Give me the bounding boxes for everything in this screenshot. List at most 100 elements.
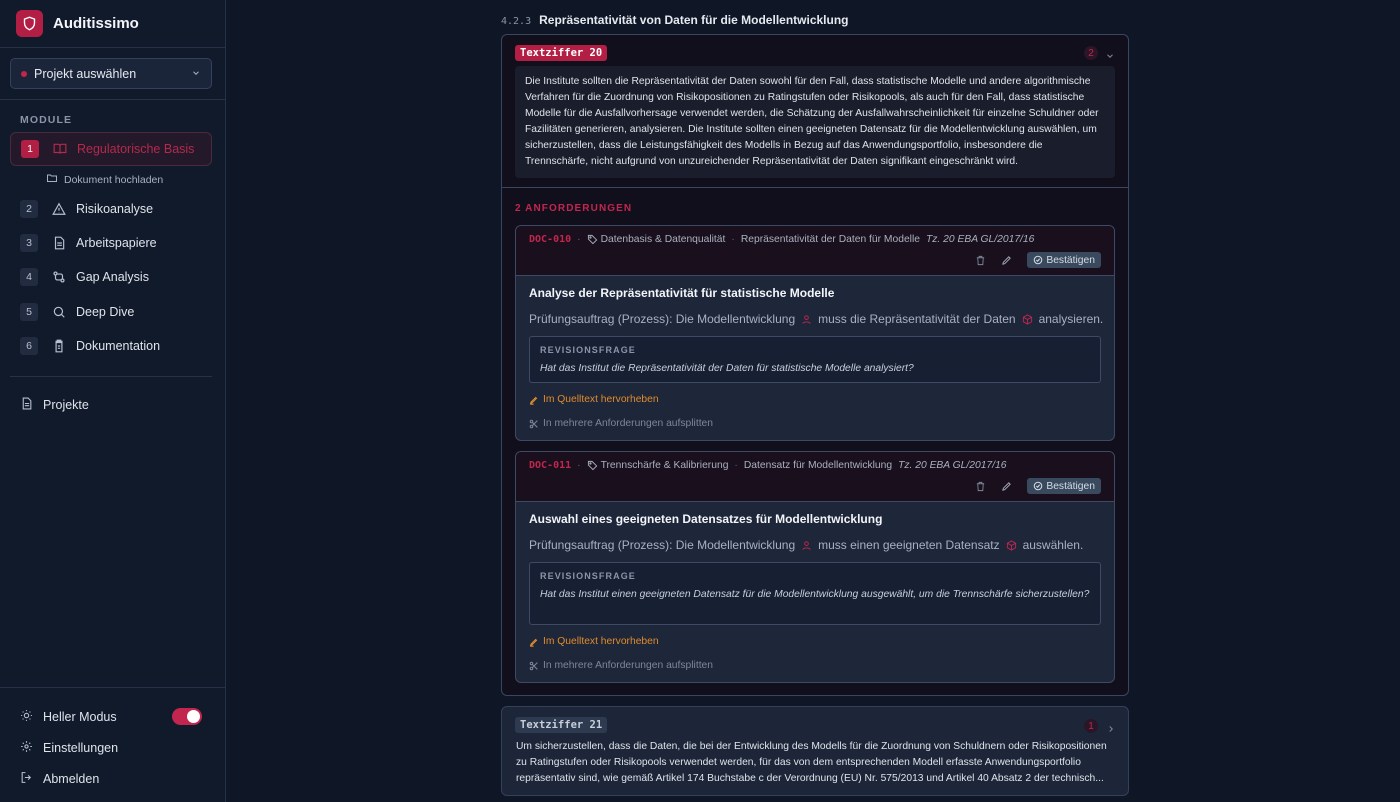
highlighter-icon [529, 637, 539, 647]
sentence-part: muss einen geeigneten Datensatz [818, 538, 1000, 552]
requirement-card: DOC-010 · Datenbasis & Datenqualität · R… [515, 225, 1115, 441]
requirement-meta: DOC-010 · Datenbasis & Datenqualität · R… [529, 234, 1034, 245]
sidebar-subitem-label: Dokument hochladen [64, 173, 164, 186]
sidebar-item-deep-dive[interactable]: 5 Deep Dive [10, 295, 212, 329]
trash-icon[interactable] [975, 254, 987, 266]
logout-icon [20, 771, 33, 787]
pencil-icon[interactable] [1001, 480, 1013, 492]
split-requirement-link[interactable]: In mehrere Anforderungen aufsplitten [529, 418, 713, 429]
sidebar-item-einstellungen[interactable]: Einstellungen [20, 740, 118, 756]
document-icon [20, 397, 33, 413]
sidebar-item-risikoanalyse[interactable]: 2 Risikoanalyse [10, 192, 212, 226]
sentence-part: Prüfungsauftrag (Prozess): Die Modellent… [529, 538, 796, 552]
project-select[interactable]: Projekt auswählen [10, 58, 212, 89]
nav-number: 3 [20, 234, 38, 252]
book-open-icon [53, 142, 67, 156]
textziffer-badge: Textziffer 21 [515, 717, 608, 733]
sentence-part: analysieren. [1038, 312, 1104, 326]
sidebar-item-label: Projekte [43, 398, 89, 412]
section-heading: 4.2.3 Repräsentativität von Daten für di… [501, 13, 849, 27]
compare-arrows-icon [52, 270, 66, 284]
nav-number: 6 [20, 337, 38, 355]
folder-open-icon [46, 172, 58, 187]
requirement-category: Trennschärfe & Kalibrierung [600, 460, 729, 471]
sidebar-item-label: Arbeitspapiere [76, 236, 157, 250]
sidebar-item-label: Dokumentation [76, 339, 161, 353]
confirm-button[interactable]: Bestätigen [1027, 478, 1101, 494]
divider [10, 376, 212, 377]
tag-icon [587, 234, 598, 245]
trash-icon[interactable] [975, 480, 987, 492]
requirement-title: Auswahl eines geeigneten Datensatzes für… [529, 512, 883, 526]
sentence-part: muss die Repräsentativität der Daten [818, 312, 1016, 326]
light-mode-toggle[interactable] [172, 708, 202, 725]
highlight-in-source-link[interactable]: Im Quelltext hervorheben [529, 636, 659, 647]
sidebar-item-gap-analysis[interactable]: 4 Gap Analysis [10, 260, 212, 294]
highlight-label: Im Quelltext hervorheben [543, 636, 659, 647]
requirement-card: DOC-011 · Trennschärfe & Kalibrierung · … [515, 451, 1115, 683]
nav-number: 2 [20, 200, 38, 218]
sidebar-item-label: Gap Analysis [76, 270, 149, 284]
check-circle-icon [1033, 481, 1043, 491]
highlighter-icon [529, 395, 539, 405]
requirement-category: Datenbasis & Datenqualität [600, 234, 726, 245]
sidebar-item-regulatorische-basis[interactable]: 1 Regulatorische Basis [10, 132, 212, 166]
app-name: Auditissimo [53, 15, 139, 32]
audit-question-box: REVISIONSFRAGE Hat das Institut einen ge… [529, 562, 1101, 625]
separator: · [731, 234, 735, 245]
confirm-button-label: Bestätigen [1046, 480, 1095, 492]
sidebar-item-abmelden[interactable]: Abmelden [20, 771, 99, 787]
sidebar-subitem-dokument-hochladen[interactable]: Dokument hochladen [46, 172, 163, 187]
highlight-in-source-link[interactable]: Im Quelltext hervorheben [529, 394, 659, 405]
toggle-knob [187, 710, 200, 723]
person-icon [801, 540, 812, 551]
scissors-icon [529, 661, 539, 671]
sidebar-item-arbeitspapiere[interactable]: 3 Arbeitspapiere [10, 226, 212, 260]
chevron-down-icon [191, 65, 201, 83]
person-icon [801, 314, 812, 325]
cube-icon [1022, 313, 1033, 325]
confirm-button[interactable]: Bestätigen [1027, 252, 1101, 268]
nav-number: 4 [20, 268, 38, 286]
sidebar-item-label: Einstellungen [43, 741, 119, 755]
divider [0, 99, 226, 100]
document-icon [52, 236, 66, 250]
requirements-header: 2 ANFORDERUNGEN [515, 203, 633, 214]
scissors-icon [529, 419, 539, 429]
search-icon [52, 305, 66, 319]
requirement-topic: Datensatz für Modellentwicklung [743, 460, 893, 471]
requirement-count-badge: 2 [1084, 46, 1098, 60]
section-title: Repräsentativität von Daten für die Mode… [539, 13, 849, 27]
textziffer-21-card[interactable]: Textziffer 21 1 Um sicherzustellen, dass… [501, 706, 1129, 796]
pencil-icon[interactable] [1001, 254, 1013, 266]
chevron-down-icon[interactable] [1105, 48, 1115, 66]
requirement-id: DOC-010 [529, 234, 572, 245]
sidebar-item-label: Risikoanalyse [76, 202, 154, 216]
requirement-actions: Bestätigen [975, 252, 1101, 268]
separator: · [577, 460, 581, 471]
sentence-part: Prüfungsauftrag (Prozess): Die Modellent… [529, 312, 796, 326]
section-label-module: MODULE [20, 114, 73, 126]
sidebar-item-dokumentation[interactable]: 6 Dokumentation [10, 329, 212, 363]
split-requirement-link[interactable]: In mehrere Anforderungen aufsplitten [529, 660, 713, 671]
chevron-right-icon[interactable] [1106, 721, 1116, 739]
audit-question: Hat das Institut einen geeigneten Datens… [540, 589, 1090, 600]
requirement-topic: Repräsentativität der Daten für Modelle [740, 234, 920, 245]
tag-icon [587, 460, 598, 471]
sidebar: Auditissimo Projekt auswählen MODULE 1 R… [0, 0, 226, 802]
requirement-reference: Tz. 20 EBA GL/2017/16 [898, 460, 1007, 471]
section-number: 4.2.3 [501, 16, 532, 27]
sun-icon [20, 709, 33, 725]
sidebar-item-label: Regulatorische Basis [77, 142, 195, 156]
divider [502, 187, 1128, 188]
sidebar-item-label: Abmelden [43, 772, 100, 786]
source-text: Um sicherzustellen, dass die Daten, die … [516, 741, 1107, 784]
requirement-header: DOC-011 · Trennschärfe & Kalibrierung · … [516, 452, 1114, 502]
cube-icon [1006, 539, 1017, 551]
audit-question-label: REVISIONSFRAGE [540, 345, 636, 355]
nav-number: 5 [20, 303, 38, 321]
project-select-label: Projekt auswählen [34, 66, 137, 81]
requirement-meta: DOC-011 · Trennschärfe & Kalibrierung · … [529, 460, 1006, 471]
gear-icon [20, 740, 33, 756]
sidebar-item-projekte[interactable]: Projekte [20, 397, 89, 413]
